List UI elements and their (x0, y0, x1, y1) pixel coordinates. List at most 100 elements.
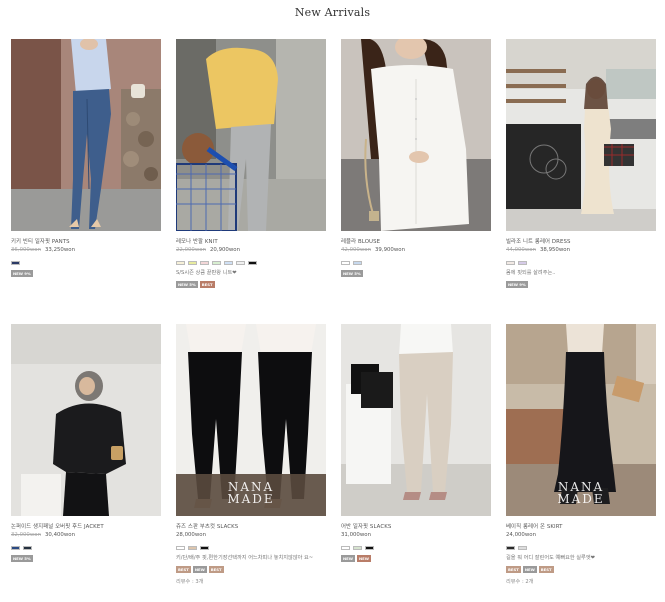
color-swatch (341, 546, 350, 550)
product-description: 키/단/배/주 핏,편한기장선택까지 어느차피나 놓치지않않아 요~ (176, 555, 314, 561)
color-swatch (224, 261, 233, 265)
product-image[interactable] (341, 324, 491, 516)
sale-price: 28,000won (176, 532, 206, 538)
product-card[interactable]: NANA MADE 베이직 롱레어 온 SKIRT 24,000won 길을 뭐 … (506, 324, 656, 585)
color-swatch (518, 261, 527, 265)
color-swatch (23, 546, 32, 550)
color-swatch (176, 261, 185, 265)
product-name[interactable]: 논퍼이드 생지패널 오버핏 후드 JACKET (11, 522, 161, 530)
badge: NEW (192, 566, 207, 573)
color-swatch (353, 261, 362, 265)
product-price: 28,000won (176, 532, 326, 538)
color-swatches (506, 546, 656, 551)
product-card[interactable]: 논퍼이드 생지패널 오버핏 후드 JACKET 32,000won 30,400w… (11, 324, 161, 562)
product-price: 31,000won (341, 532, 491, 538)
sale-price: 24,000won (506, 532, 536, 538)
color-swatch (236, 261, 245, 265)
color-swatches (11, 546, 161, 551)
color-swatch (11, 546, 20, 550)
review-count: 리뷰수 : 3개 (176, 579, 204, 585)
product-image[interactable] (341, 39, 491, 231)
color-swatch (506, 261, 515, 265)
product-image[interactable] (11, 324, 161, 516)
product-name[interactable]: 베이직 롱레어 온 SKIRT (506, 522, 656, 530)
product-description: 몸에 핏되를 살려주는.. (506, 270, 556, 276)
color-swatches (341, 261, 491, 266)
badge: NEW 9% (11, 270, 33, 277)
brand-watermark: NANA MADE (227, 480, 275, 506)
badge: BEST (208, 566, 224, 573)
badge: NEW 5% (341, 270, 363, 277)
sale-price: 30,400won (45, 532, 75, 538)
color-swatches (176, 261, 326, 266)
product-name[interactable]: 어반 일자핏 SLACKS (341, 522, 491, 530)
product-image[interactable] (176, 39, 326, 231)
color-swatches (506, 261, 656, 266)
color-swatch (176, 546, 185, 550)
sale-price: 39,900won (375, 247, 405, 253)
product-description: S/S시즌 상큼 끝판왕 니트❤ (176, 270, 237, 276)
badge: BEST (506, 566, 521, 573)
color-swatch (518, 546, 527, 550)
review-count: 리뷰수 : 2개 (506, 579, 534, 585)
product-card[interactable]: 어반 일자핏 SLACKS 31,000won NEW NEW (341, 324, 491, 562)
badge: BEST (538, 566, 554, 573)
sale-price: 38,950won (540, 247, 570, 253)
color-swatch (353, 546, 362, 550)
badge: BEST (199, 281, 215, 288)
color-swatches (341, 546, 491, 551)
product-name[interactable]: 레모나 반팔 KNIT (176, 237, 326, 245)
badge-group: NEW 5% BEST (176, 281, 326, 288)
original-price: 44,000won (506, 247, 536, 253)
color-swatch (341, 261, 350, 265)
product-price: 32,000won 30,400won (11, 532, 161, 538)
color-swatch (11, 261, 20, 265)
original-price: 36,000won (11, 247, 41, 253)
product-name[interactable]: 키키 빈티 일자핏 PANTS (11, 237, 161, 245)
product-image[interactable]: NANA MADE (506, 324, 656, 516)
color-swatch (212, 261, 221, 265)
product-price: 44,000won 38,950won (506, 247, 656, 253)
product-name[interactable]: 빌라조 니트 롱레어 DRESS (506, 237, 656, 245)
color-swatch (506, 546, 515, 550)
product-card[interactable]: 레블라 BLOUSE 42,000won 39,900won NEW 5% (341, 39, 491, 277)
product-image[interactable] (506, 39, 656, 231)
product-price: 24,000won (506, 532, 656, 538)
color-swatch (188, 546, 197, 550)
color-swatches (11, 261, 161, 266)
product-price: 36,000won 33,250won (11, 247, 161, 253)
badge-group: BEST NEW BEST (176, 566, 326, 573)
color-swatch (188, 261, 197, 265)
brand-watermark: NANA MADE (557, 480, 605, 506)
badge-group: NEW 9% (11, 270, 161, 277)
product-card[interactable]: 빌라조 니트 롱레어 DRESS 44,000won 38,950won 몸에 핏… (506, 39, 656, 288)
badge: NEW 5% (176, 281, 198, 288)
product-image[interactable] (11, 39, 161, 231)
original-price: 42,000won (341, 247, 371, 253)
product-card[interactable]: 레모나 반팔 KNIT 22,000won 20,900won S/S시즌 상큼 … (176, 39, 326, 288)
product-name[interactable]: 쥬즈 스판 부츠컷 SLACKS (176, 522, 326, 530)
product-card[interactable]: 키키 빈티 일자핏 PANTS 36,000won 33,250won NEW 9… (11, 39, 161, 277)
badge-group: NEW NEW (341, 555, 491, 562)
section-title: New Arrivals (294, 6, 371, 19)
product-name[interactable]: 레블라 BLOUSE (341, 237, 491, 245)
badge-group: NEW 9% (506, 281, 656, 288)
color-swatch (365, 546, 374, 550)
product-image[interactable]: NANA MADE (176, 324, 326, 516)
color-swatch (200, 546, 209, 550)
product-price: 22,000won 20,900won (176, 247, 326, 253)
badge: BEST (176, 566, 191, 573)
badge: NEW (356, 555, 371, 562)
product-price: 42,000won 39,900won (341, 247, 491, 253)
original-price: 22,000won (176, 247, 206, 253)
original-price: 32,000won (11, 532, 41, 538)
color-swatch (248, 261, 257, 265)
product-card[interactable]: NANA MADE 쥬즈 스판 부츠컷 SLACKS 28,000won 키/단/… (176, 324, 326, 585)
badge-group: NEW 5% (11, 555, 161, 562)
product-description: 길을 뭐 어디 잘린어도 예뻐요한 실루엣❤ (506, 555, 595, 561)
badge: NEW 9% (506, 281, 528, 288)
badge-group: BEST NEW BEST (506, 566, 656, 573)
badge: NEW 5% (11, 555, 33, 562)
badge: NEW (522, 566, 537, 573)
badge-group: NEW 5% (341, 270, 491, 277)
